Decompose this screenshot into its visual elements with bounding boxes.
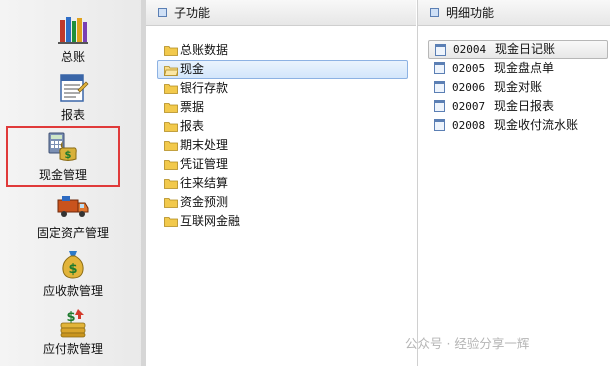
sub-function-item[interactable]: 资金预测 xyxy=(158,193,408,212)
detail-function-name: 现金收付流水账 xyxy=(494,118,579,132)
detail-function-item[interactable]: 02006 现金对账 xyxy=(428,78,608,97)
sub-function-item[interactable]: 期末处理 xyxy=(158,136,408,155)
folder-icon xyxy=(164,179,178,189)
detail-function-name: 现金对账 xyxy=(494,80,543,94)
sub-function-label: 往来结算 xyxy=(180,176,229,190)
coin-stack-icon: $ xyxy=(60,309,86,338)
money-bag-icon: $ xyxy=(62,251,84,279)
sub-function-header: 子功能 xyxy=(146,0,416,26)
document-icon xyxy=(435,44,446,56)
sub-function-panel: 子功能 总账数据现金银行存款票据报表期末处理凭证管理往来结算资金预测互联网金融 xyxy=(146,0,416,366)
truck-icon xyxy=(57,196,89,217)
detail-function-item[interactable]: 02004 现金日记账 xyxy=(428,40,608,59)
folder-icon xyxy=(164,160,178,170)
folder-icon xyxy=(164,141,178,151)
sub-function-item[interactable]: 银行存款 xyxy=(158,79,408,98)
sub-function-label: 凭证管理 xyxy=(180,157,229,171)
detail-function-item[interactable]: 02008 现金收付流水账 xyxy=(428,116,608,135)
detail-function-code: 02004 xyxy=(453,43,487,56)
detail-function-code: 02006 xyxy=(452,81,486,94)
nav-item-fixed-assets[interactable]: 固定资产管理 xyxy=(0,186,146,244)
nav-label: 报表 xyxy=(60,108,85,122)
nav-label: 现金管理 xyxy=(38,168,87,182)
detail-function-list: 02004 现金日记账 02005 现金盘点单 02006 现金对账 02007 现金日报表 0… xyxy=(428,40,608,135)
nav-item-payables[interactable]: $ 应付款管理 xyxy=(0,302,146,360)
nav-label: 应付款管理 xyxy=(42,342,103,356)
sub-function-item[interactable]: 报表 xyxy=(158,117,408,136)
sub-function-item[interactable]: 总账数据 xyxy=(158,41,408,60)
panel-header-icon xyxy=(158,8,167,17)
svg-text:$: $ xyxy=(65,150,72,161)
panel-header-icon xyxy=(430,8,439,17)
detail-function-name: 现金日记账 xyxy=(495,42,556,56)
sub-function-list: 总账数据现金银行存款票据报表期末处理凭证管理往来结算资金预测互联网金融 xyxy=(157,41,408,231)
sub-function-label: 报表 xyxy=(180,119,205,133)
watermark-text: 公众号 · 经验分享一辉 xyxy=(405,336,530,351)
detail-function-item[interactable]: 02005 现金盘点单 xyxy=(428,59,608,78)
nav-label: 固定资产管理 xyxy=(36,226,109,240)
sub-function-item[interactable]: 凭证管理 xyxy=(158,155,408,174)
books-icon xyxy=(58,17,88,44)
detail-function-code: 02008 xyxy=(452,119,486,132)
svg-text:$: $ xyxy=(68,262,77,277)
open-folder-icon xyxy=(164,66,178,76)
sub-function-label: 互联网金融 xyxy=(180,214,241,228)
nav-item-report[interactable]: 报表 xyxy=(0,68,146,126)
sub-function-item[interactable]: 票据 xyxy=(158,98,408,117)
document-icon xyxy=(434,62,445,74)
sub-function-item[interactable]: 现金 xyxy=(157,60,408,79)
document-icon xyxy=(434,119,445,131)
detail-function-name: 现金盘点单 xyxy=(494,61,555,75)
document-icon xyxy=(434,100,445,112)
sub-function-item[interactable]: 往来结算 xyxy=(158,174,408,193)
folder-icon xyxy=(164,46,178,56)
sub-function-item[interactable]: 互联网金融 xyxy=(158,212,408,231)
sub-function-label: 总账数据 xyxy=(180,43,229,57)
detail-function-panel: 明细功能 02004 现金日记账 02005 现金盘点单 02006 现金对账 02007 现… xyxy=(417,0,610,366)
sub-function-title: 子功能 xyxy=(174,6,211,20)
detail-function-code: 02007 xyxy=(452,100,486,113)
folder-icon xyxy=(164,198,178,208)
folder-icon xyxy=(164,217,178,227)
detail-function-header: 明细功能 xyxy=(418,0,610,26)
document-icon xyxy=(434,81,445,93)
sub-function-label: 现金 xyxy=(180,62,205,76)
detail-function-item[interactable]: 02007 现金日报表 xyxy=(428,97,608,116)
sub-function-label: 银行存款 xyxy=(180,81,229,95)
nav-item-ledger[interactable]: 总账 xyxy=(0,10,146,68)
detail-function-title: 明细功能 xyxy=(446,6,495,20)
nav-item-receivables[interactable]: $ 应收款管理 xyxy=(0,244,146,302)
folder-icon xyxy=(164,84,178,94)
cash-calculator-icon: $ xyxy=(48,132,77,161)
folder-icon xyxy=(164,103,178,113)
folder-icon xyxy=(164,122,178,132)
report-icon xyxy=(60,74,89,102)
detail-function-code: 02005 xyxy=(452,62,486,75)
module-sidebar: 总账 报表 $ 现金管理 固定资产管理 $ 应收款管理 $ 应付款管理 xyxy=(0,0,146,366)
nav-label: 应收款管理 xyxy=(42,284,103,298)
nav-label: 总账 xyxy=(60,50,85,64)
detail-function-name: 现金日报表 xyxy=(494,99,555,113)
sub-function-label: 期末处理 xyxy=(180,138,229,152)
sub-function-label: 资金预测 xyxy=(180,195,229,209)
sub-function-label: 票据 xyxy=(180,100,205,114)
nav-item-cash-management[interactable]: $ 现金管理 xyxy=(6,126,120,187)
